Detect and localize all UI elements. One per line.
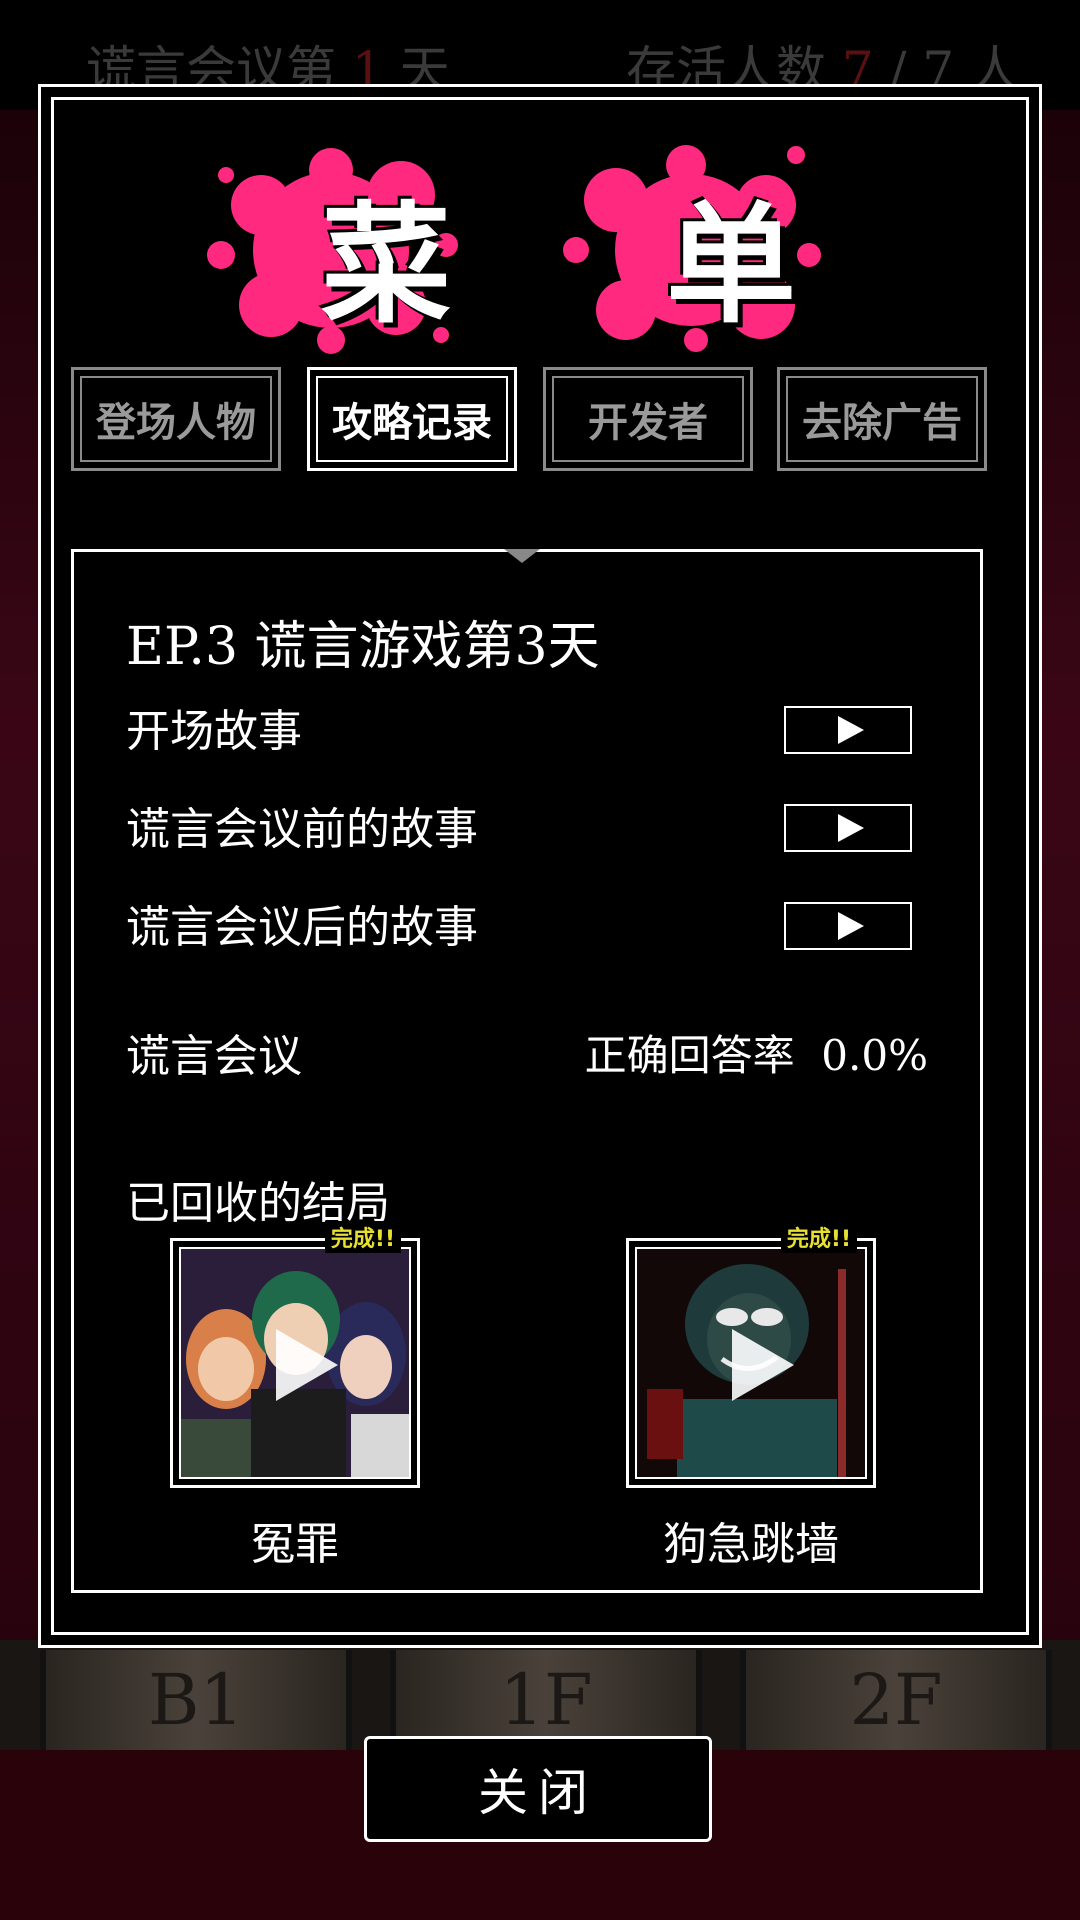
- floor-2f: 2F: [740, 1650, 1052, 1750]
- complete-badge: 完成!!: [324, 1221, 401, 1253]
- menu-title-char: 菜: [321, 189, 452, 341]
- ending-card: 完成!! 狗急跳墙: [626, 1221, 876, 1572]
- play-icon: [838, 814, 864, 842]
- ending-name: 狗急跳墙: [663, 1519, 839, 1570]
- play-icon: [838, 912, 864, 940]
- meeting-label: 谎言会议: [126, 1031, 302, 1082]
- ending-thumbnail-2[interactable]: 完成!!: [626, 1221, 876, 1488]
- complete-badge: 完成!!: [780, 1221, 857, 1253]
- play-icon: [732, 1329, 794, 1401]
- tab-records[interactable]: 攻略记录: [307, 367, 517, 471]
- story-label-opening: 开场故事: [126, 706, 302, 757]
- menu-title: 菜 单: [201, 115, 921, 365]
- ending-card: 完成!! 冤罪: [170, 1221, 420, 1572]
- close-button[interactable]: 关闭: [364, 1736, 712, 1842]
- floor-1f: 1F: [390, 1650, 702, 1750]
- ending-name: 冤罪: [251, 1519, 339, 1570]
- menu-tabs: 登场人物 攻略记录 开发者 去除广告: [71, 367, 991, 477]
- menu-title-char: 单: [666, 189, 797, 341]
- floor-b1: B1: [40, 1650, 352, 1750]
- record-panel: EP.3 谎言游戏第3天 开场故事 谎言会议前的故事 谎言会议后的故事 谎言会议…: [71, 549, 983, 1593]
- ending-thumbnail-1[interactable]: 完成!!: [170, 1221, 420, 1488]
- story-label-after: 谎言会议后的故事: [126, 902, 478, 953]
- tab-remove-ads[interactable]: 去除广告: [777, 367, 987, 471]
- accuracy-rate: 正确回答率 0.0%: [584, 1031, 928, 1080]
- play-opening-button[interactable]: [784, 706, 912, 754]
- tab-developers[interactable]: 开发者: [543, 367, 753, 471]
- play-before-meeting-button[interactable]: [784, 804, 912, 852]
- play-icon: [838, 716, 864, 744]
- tab-pointer-icon: [504, 549, 540, 563]
- episode-title: EP.3 谎言游戏第3天: [126, 617, 600, 677]
- menu-dialog: 菜 单 登场人物 攻略记录 开发者 去除广告 EP.3 谎言游戏第3天 开场故事…: [38, 84, 1042, 1648]
- play-icon: [276, 1329, 338, 1401]
- tab-characters[interactable]: 登场人物: [71, 367, 281, 471]
- play-after-meeting-button[interactable]: [784, 902, 912, 950]
- story-label-before: 谎言会议前的故事: [126, 804, 478, 855]
